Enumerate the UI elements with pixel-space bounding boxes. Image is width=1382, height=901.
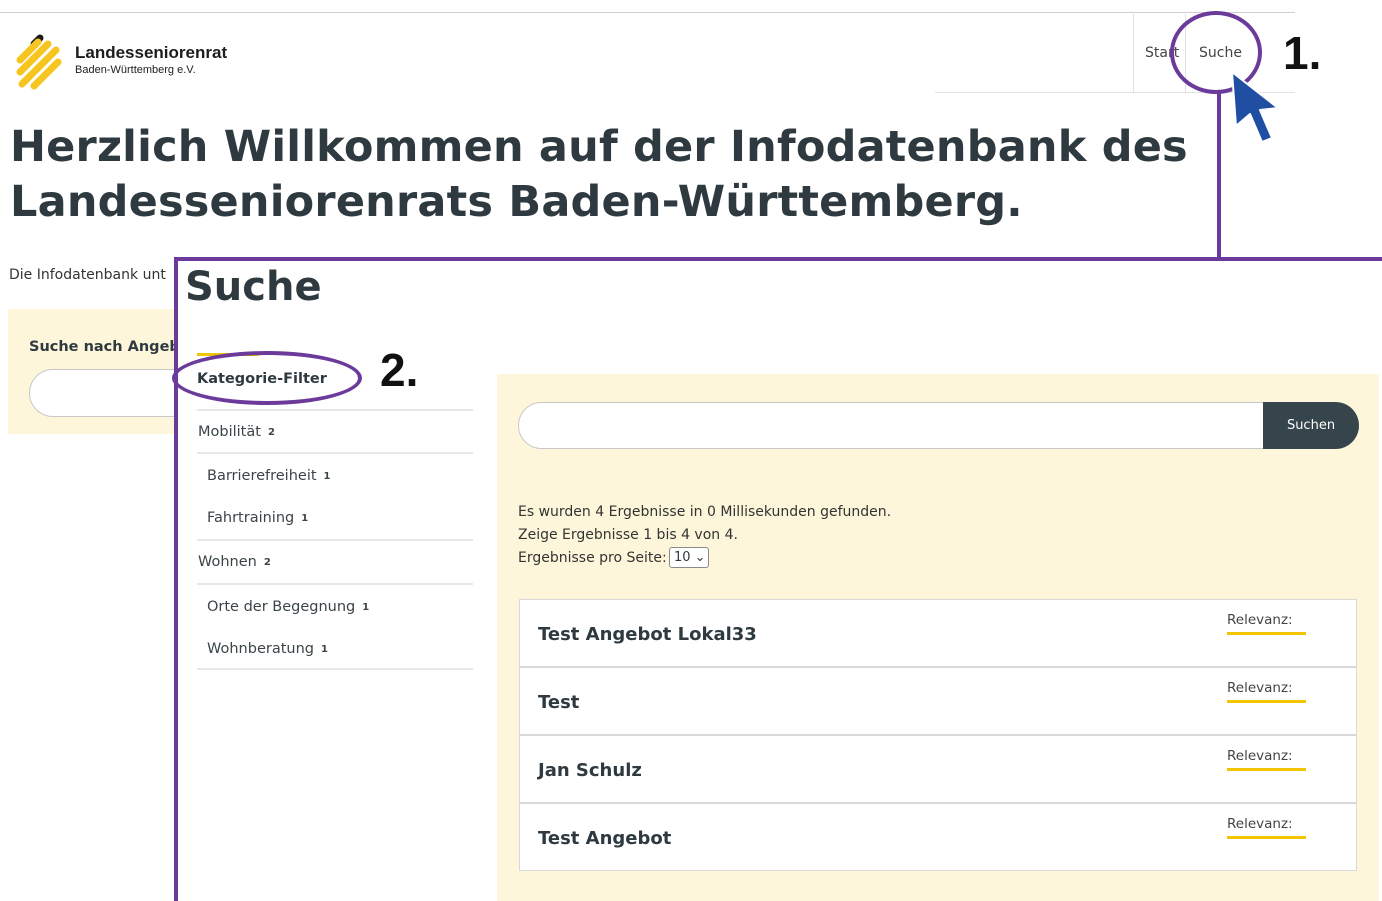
filter-divider <box>197 583 473 585</box>
home-search-label: Suche nach Angeb <box>29 339 180 355</box>
filter-item-mobilitaet[interactable]: Mobilität 2 <box>198 424 275 440</box>
filter-divider <box>197 539 473 541</box>
relevanz-label: Relevanz: <box>1227 748 1293 764</box>
brand-name[interactable]: Landesseniorenrat <box>75 43 227 63</box>
per-page-select[interactable]: 10 ⌄ <box>669 547 709 568</box>
result-title[interactable]: Test Angebot Lokal33 <box>538 624 757 645</box>
result-card[interactable]: Jan Schulz Relevanz: <box>519 735 1357 803</box>
relevanz-bar <box>1227 768 1306 771</box>
per-page-label: Ergebnisse pro Seite: <box>518 550 667 566</box>
relevanz-bar <box>1227 700 1306 703</box>
callout-connector <box>1217 93 1221 261</box>
filter-label: Mobilität <box>198 424 261 440</box>
result-card[interactable]: Test Relevanz: <box>519 667 1357 735</box>
filter-item-fahrtraining[interactable]: Fahrtraining 1 <box>207 510 308 526</box>
filter-label: Orte der Begegnung <box>207 599 356 615</box>
highlight-circle-filter <box>172 351 362 405</box>
filter-label: Fahrtraining <box>207 510 295 526</box>
intro-text: Die Infodatenbank unt <box>9 267 166 283</box>
filter-count: 1 <box>320 644 328 655</box>
brand-subtitle: Baden-Württemberg e.V. <box>75 64 196 76</box>
result-card[interactable]: Test Angebot Lokal33 Relevanz: <box>519 599 1357 667</box>
search-button[interactable]: Suchen <box>1263 402 1359 449</box>
filter-divider <box>197 668 473 670</box>
filter-label: Wohnberatung <box>207 641 314 657</box>
filter-item-wohnen[interactable]: Wohnen 2 <box>198 554 271 570</box>
filter-count: 1 <box>362 602 370 613</box>
relevanz-label: Relevanz: <box>1227 816 1293 832</box>
relevanz-label: Relevanz: <box>1227 612 1293 628</box>
result-card[interactable]: Test Angebot Relevanz: <box>519 803 1357 871</box>
filter-count: 1 <box>323 471 331 482</box>
filter-item-wohnberatung[interactable]: Wohnberatung 1 <box>207 641 328 657</box>
relevanz-bar <box>1227 632 1306 635</box>
results-found-text: Es wurden 4 Ergebnisse in 0 Millisekunde… <box>518 504 892 520</box>
result-title[interactable]: Test Angebot <box>538 828 671 849</box>
filter-label: Barrierefreiheit <box>207 468 317 484</box>
logo-icon[interactable] <box>16 34 62 90</box>
page-headline: Herzlich Willkommen auf der Infodatenban… <box>10 122 1188 227</box>
search-page-title: Suche <box>185 264 322 310</box>
step-marker-2: 2. <box>380 344 419 396</box>
top-divider <box>0 12 1295 13</box>
filter-label: Wohnen <box>198 554 257 570</box>
filter-item-orte-der-begegnung[interactable]: Orte der Begegnung 1 <box>207 599 369 615</box>
filter-count: 2 <box>263 557 271 568</box>
result-title[interactable]: Test <box>538 692 579 713</box>
search-input[interactable] <box>518 402 1278 449</box>
filter-item-barrierefreiheit[interactable]: Barrierefreiheit 1 <box>207 468 331 484</box>
filter-divider <box>197 409 473 411</box>
relevanz-bar <box>1227 836 1306 839</box>
relevanz-label: Relevanz: <box>1227 680 1293 696</box>
step-marker-1: 1. <box>1283 27 1322 79</box>
filter-divider <box>197 452 473 454</box>
cursor-arrow-icon <box>1231 71 1279 143</box>
results-showing-text: Zeige Ergebnisse 1 bis 4 von 4. <box>518 527 738 543</box>
result-title[interactable]: Jan Schulz <box>538 760 642 781</box>
filter-count: 1 <box>301 513 309 524</box>
filter-count: 2 <box>267 427 275 438</box>
nav-divider <box>1133 14 1134 92</box>
